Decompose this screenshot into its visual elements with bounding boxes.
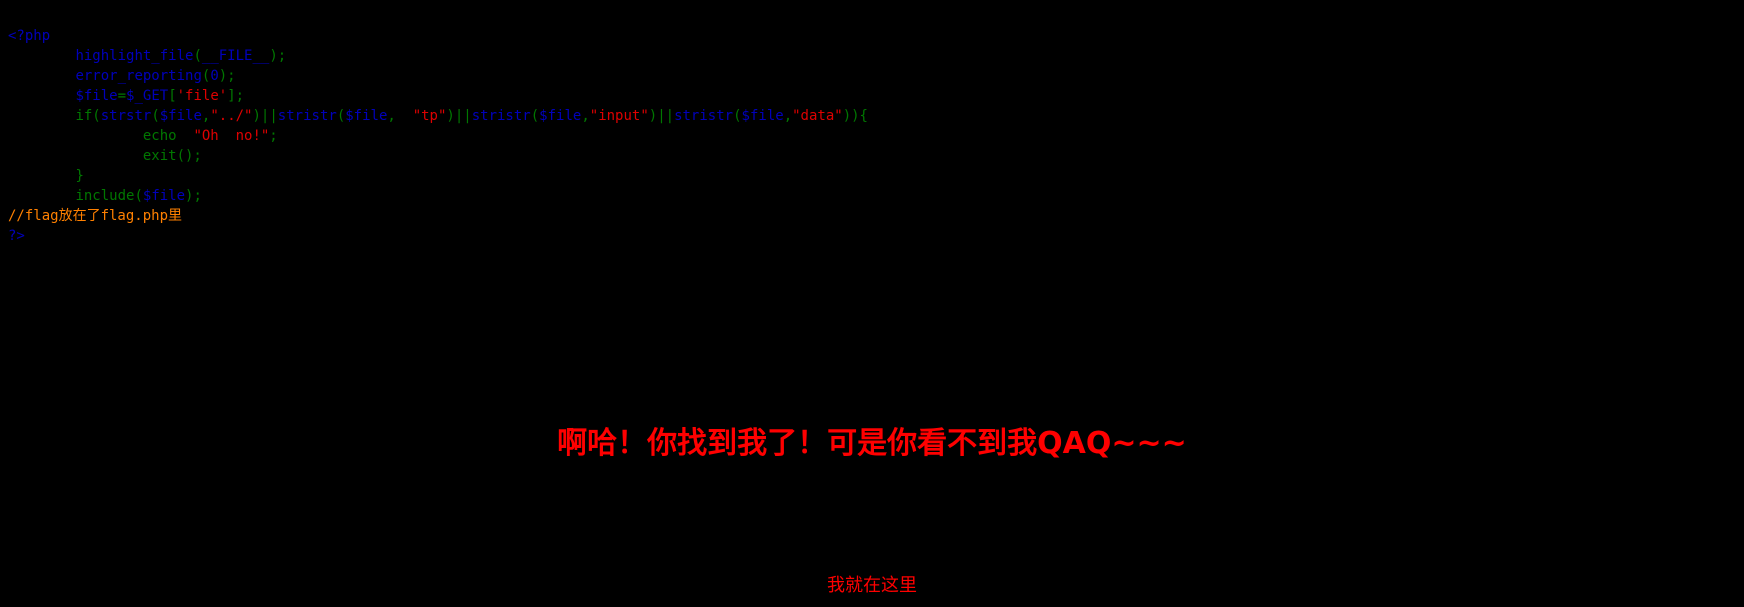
exit-args: (); [176, 148, 202, 164]
exit-call: exit [142, 148, 177, 164]
bracket-open: [ [168, 88, 177, 104]
close-brace: } [75, 168, 84, 184]
bracket-close: ]; [227, 88, 245, 104]
or-operator: )|| [446, 108, 472, 124]
code-line-comment: //flag放在了flag.php里 [8, 206, 868, 226]
code-line-exit: exit(); [8, 146, 868, 166]
code-line-php-open: <?php [8, 26, 868, 46]
highlight-file-call: highlight_file [75, 48, 194, 64]
comma: , [783, 108, 793, 124]
paren-close: ); [269, 48, 287, 64]
echo-keyword: echo [142, 128, 194, 144]
paren-open: ( [530, 108, 540, 124]
input-string: "input" [589, 108, 649, 124]
or-operator: )|| [648, 108, 675, 124]
file-variable: $file [159, 108, 202, 124]
code-line-highlight-file: highlight_file(__FILE__); [8, 46, 868, 66]
stristr-call: stristr [277, 108, 337, 124]
code-line-close-brace: } [8, 166, 868, 186]
stristr-call: stristr [471, 108, 531, 124]
paren-open: ( [151, 108, 160, 124]
file-key-string: 'file' [176, 88, 228, 104]
data-string: "data" [792, 108, 843, 124]
file-variable: $file [345, 108, 388, 124]
paren-close: ); [218, 68, 236, 84]
code-line-if-condition: if(strstr($file,"../")||stristr($file, "… [8, 106, 868, 126]
paren-open: ( [336, 108, 346, 124]
comma: , [581, 108, 590, 124]
if-close-brace: )){ [842, 108, 868, 124]
error-reporting-call: error_reporting [75, 68, 202, 84]
stristr-call: stristr [674, 108, 734, 124]
code-line-error-reporting: error_reporting(0); [8, 66, 868, 86]
paren-open: ( [193, 48, 202, 64]
semicolon: ; [269, 128, 278, 144]
file-variable: $file [539, 108, 582, 124]
code-line-include: include($file); [8, 186, 868, 206]
file-variable: $file [142, 188, 186, 204]
comma: , [387, 108, 413, 124]
get-superglobal: $_GET [126, 88, 169, 104]
php-source-code: <?php highlight_file(__FILE__); error_re… [8, 26, 868, 246]
file-constant: __FILE__ [201, 48, 270, 64]
dotdot-string: "../" [210, 108, 253, 124]
file-variable: $file [75, 88, 118, 104]
headline-message: 啊哈！你找到我了！可是你看不到我QAQ~~~ [557, 426, 1187, 461]
oh-no-string: "Oh no!" [193, 128, 270, 144]
or-operator: )|| [252, 108, 278, 124]
zero-arg: 0 [210, 68, 219, 84]
code-line-php-close: ?> [8, 226, 868, 246]
php-close-tag: ?> [8, 228, 25, 244]
strstr-call: strstr [100, 108, 152, 124]
include-keyword: include [75, 188, 135, 204]
tp-string: "tp" [412, 108, 447, 124]
code-line-echo: echo "Oh no!"; [8, 126, 868, 146]
assign-operator: = [117, 88, 127, 104]
flag-comment: //flag放在了flag.php里 [8, 208, 183, 224]
file-variable: $file [741, 108, 784, 124]
code-line-file-assign: $file=$_GET['file']; [8, 86, 868, 106]
here-text[interactable]: 我就在这里 [0, 571, 1744, 597]
paren-open: ( [134, 188, 143, 204]
paren-close: ); [185, 188, 202, 204]
paren-open: ( [733, 108, 742, 124]
if-keyword: if( [75, 108, 101, 124]
php-open-tag: <?php [8, 28, 51, 44]
